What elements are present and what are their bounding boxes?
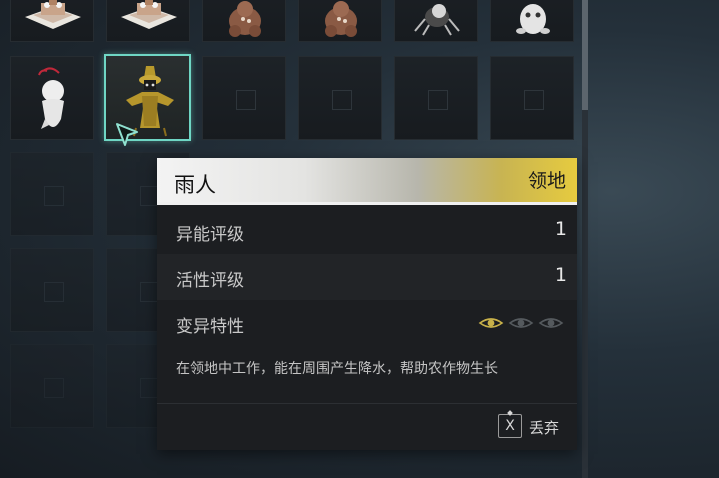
inventory-slot-empty[interactable] bbox=[10, 344, 94, 428]
inventory-slot[interactable] bbox=[10, 56, 94, 140]
inventory-slot[interactable] bbox=[10, 0, 94, 42]
stat-label: 异能评级 bbox=[176, 225, 244, 245]
discard-key-hint[interactable]: X bbox=[498, 414, 522, 438]
item-category-tag: 领地 bbox=[527, 170, 566, 192]
cake-house-icon bbox=[121, 0, 177, 29]
inventory-slot[interactable] bbox=[394, 0, 478, 42]
inventory-slot-empty[interactable] bbox=[10, 248, 94, 332]
inventory-slot-empty[interactable] bbox=[202, 56, 286, 140]
stat-value: 1 bbox=[554, 264, 567, 286]
stat-row-ability-rating: 异能评级 1 bbox=[157, 208, 577, 254]
inventory-slot[interactable] bbox=[106, 0, 190, 42]
scrollbar-thumb[interactable] bbox=[582, 0, 588, 110]
stat-value: 1 bbox=[554, 218, 567, 240]
cake-house-icon bbox=[25, 0, 81, 29]
inventory-slot-empty[interactable] bbox=[394, 56, 478, 140]
teddy-bear-icon bbox=[229, 1, 261, 37]
spider-creature-icon bbox=[414, 4, 460, 36]
discard-button[interactable]: 丢弃 bbox=[529, 417, 559, 438]
divider bbox=[157, 403, 577, 404]
item-name: 雨人 bbox=[174, 173, 216, 197]
eye-inactive-icon bbox=[508, 318, 534, 328]
tooltip-header: 雨人 领地 bbox=[157, 158, 577, 205]
inventory-slot-empty[interactable] bbox=[490, 56, 574, 140]
eye-inactive-icon bbox=[538, 318, 564, 328]
inventory-slot[interactable] bbox=[202, 0, 286, 42]
eye-active-icon bbox=[478, 318, 504, 328]
inventory-slot[interactable] bbox=[490, 0, 574, 42]
inventory-slot-empty[interactable] bbox=[298, 56, 382, 140]
item-tooltip: 雨人 领地 异能评级 1 活性评级 1 变异特性 在领地中工作，能在周围产生降水… bbox=[157, 158, 577, 450]
stat-row-activity-rating: 活性评级 1 bbox=[157, 254, 577, 300]
white-doll-icon bbox=[38, 67, 64, 129]
mutation-eye-rating bbox=[478, 318, 564, 328]
inventory-slot-empty[interactable] bbox=[10, 152, 94, 236]
item-description: 在领地中工作，能在周围产生降水，帮助农作物生长 bbox=[176, 361, 498, 377]
stat-row-mutation-trait: 变异特性 bbox=[157, 300, 577, 346]
cursor-arrow-icon bbox=[116, 123, 138, 146]
teddy-bear-icon bbox=[325, 1, 357, 37]
ghost-creature-icon bbox=[516, 4, 550, 34]
stat-label: 活性评级 bbox=[176, 271, 244, 291]
inventory-slot[interactable] bbox=[298, 0, 382, 42]
stat-label: 变异特性 bbox=[176, 317, 244, 337]
inventory-scrollbar[interactable] bbox=[582, 0, 588, 478]
